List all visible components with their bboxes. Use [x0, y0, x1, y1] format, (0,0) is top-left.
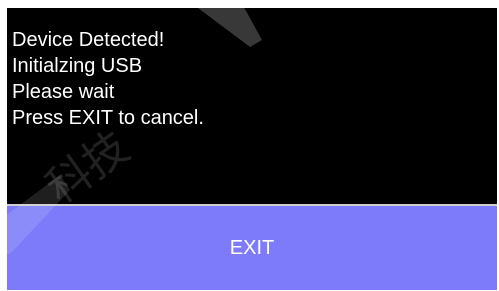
- exit-button[interactable]: EXIT: [7, 206, 497, 290]
- message-line-press-exit: Press EXIT to cancel.: [12, 107, 204, 129]
- status-message: Device Detected! Initialzing USB Please …: [12, 27, 204, 131]
- message-line-initializing-usb: Initialzing USB: [12, 55, 143, 77]
- message-line-device-detected: Device Detected!: [12, 29, 165, 51]
- message-line-please-wait: Please wait: [12, 81, 115, 103]
- device-frame: Device Detected! Initialzing USB Please …: [0, 0, 499, 291]
- device-screen: Device Detected! Initialzing USB Please …: [7, 8, 497, 290]
